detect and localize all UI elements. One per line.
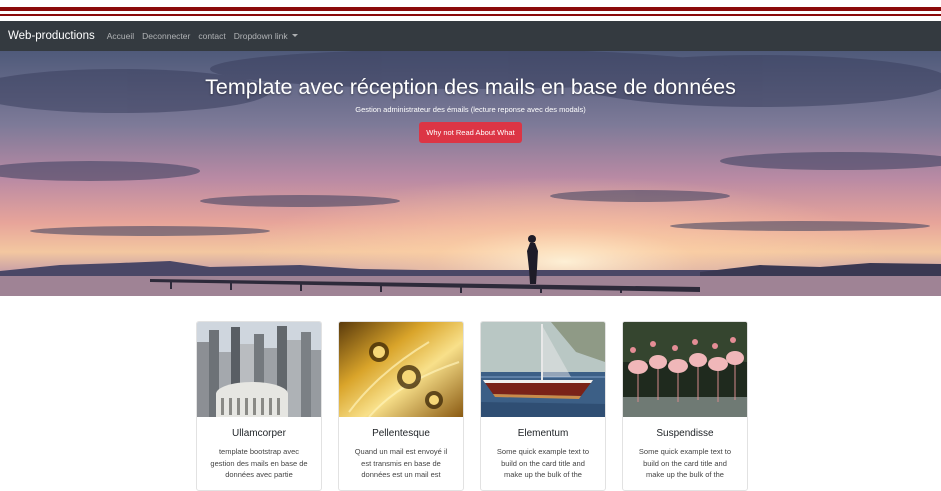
- hero-subtitle: Gestion administrateur des émails (lectu…: [355, 105, 586, 114]
- card-elementum: Elementum Some quick example text to bui…: [480, 321, 606, 491]
- hero-banner: Template avec réception des mails en bas…: [0, 51, 941, 296]
- card-title: Elementum: [517, 428, 569, 439]
- brand-link[interactable]: Web-productions: [8, 30, 95, 42]
- hero-read-more-button[interactable]: Why not Read About What: [419, 122, 522, 143]
- card-title: Pellentesque: [372, 428, 430, 439]
- nav-link-deconnecter[interactable]: Deconnecter: [142, 31, 190, 41]
- city-skyline-image: [197, 322, 321, 417]
- card-title: Ullamcorper: [232, 428, 286, 439]
- accent-line: [0, 7, 941, 11]
- navbar: Web-productions Accueil Deconnecter cont…: [0, 21, 941, 51]
- hero-content: Template avec réception des mails en bas…: [0, 75, 941, 143]
- flamingos-image: [623, 322, 747, 417]
- nav-link-accueil[interactable]: Accueil: [107, 31, 134, 41]
- sailboat-image: [481, 322, 605, 417]
- card-text: Some quick example text to build on the …: [638, 447, 732, 479]
- nav-link-contact[interactable]: contact: [198, 31, 225, 41]
- accent-line: [0, 14, 941, 16]
- card-text: Some quick example text to build on the …: [496, 447, 590, 479]
- card-text: template bootstrap avec gestion des mail…: [210, 447, 308, 479]
- nav-dropdown-link[interactable]: Dropdown link: [234, 31, 298, 41]
- top-accent-strip: [0, 0, 941, 21]
- saxophone-image: [339, 322, 463, 417]
- card-deck: Ullamcorper template bootstrap avec gest…: [196, 321, 748, 491]
- card-text: Quand un mail est envoyé il est transmis…: [354, 447, 448, 479]
- card-pellentesque: Pellentesque Quand un mail est envoyé il…: [338, 321, 464, 491]
- card-title: Suspendisse: [656, 428, 714, 439]
- card-ullamcorper: Ullamcorper template bootstrap avec gest…: [196, 321, 322, 491]
- card-suspendisse: Suspendisse Some quick example text to b…: [622, 321, 748, 491]
- hero-title: Template avec réception des mails en bas…: [205, 75, 736, 99]
